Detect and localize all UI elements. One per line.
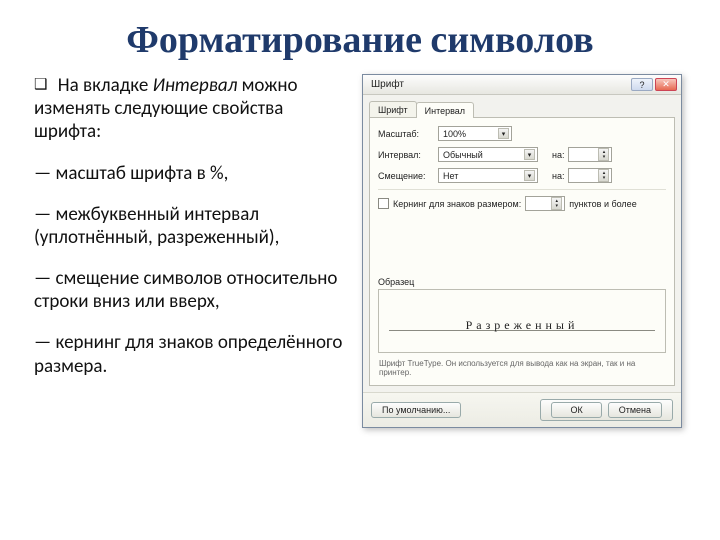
intro-paragraph: ❑ На вкладке Интервал можно изменять сле…: [34, 74, 354, 144]
spinner-icon: ▴▾: [598, 169, 609, 182]
bullet-4: — кернинг для знаков определённого разме…: [34, 331, 354, 377]
help-button[interactable]: ?: [631, 78, 653, 91]
right-dialog-column: Шрифт ? ✕ Шрифт Интервал Масштаб: 100% ▾: [362, 74, 698, 428]
separator: [378, 189, 666, 190]
dialog-titlebar: Шрифт ? ✕: [363, 75, 681, 95]
scale-combo[interactable]: 100% ▾: [438, 126, 512, 141]
cancel-button[interactable]: Отмена: [608, 402, 662, 418]
intro-pre: На вкладке: [58, 74, 153, 97]
spinner-icon: ▴▾: [551, 197, 562, 210]
bullet-3: — смещение символов относительно строки …: [34, 267, 354, 313]
label-interval: Интервал:: [378, 150, 434, 160]
tab-panel-interval: Масштаб: 100% ▾ Интервал: Обычный ▾ на:: [369, 117, 675, 386]
content-row: ❑ На вкладке Интервал можно изменять сле…: [0, 74, 720, 428]
font-dialog: Шрифт ? ✕ Шрифт Интервал Масштаб: 100% ▾: [362, 74, 682, 428]
label-sample: Образец: [378, 277, 666, 287]
left-text-column: ❑ На вкладке Интервал можно изменять сле…: [34, 74, 354, 396]
interval-combo[interactable]: Обычный ▾: [438, 147, 538, 162]
sample-preview: Разреженный: [378, 289, 666, 353]
interval-amount-stepper[interactable]: ▴▾: [568, 147, 612, 162]
ok-button[interactable]: ОК: [551, 402, 601, 418]
bullet-1: — масштаб шрифта в %,: [34, 162, 354, 185]
sample-text: Разреженный: [379, 318, 665, 333]
tab-strip: Шрифт Интервал: [363, 95, 681, 117]
chevron-down-icon: ▾: [524, 149, 535, 160]
close-button[interactable]: ✕: [655, 78, 677, 91]
slide-title: Форматирование символов: [0, 0, 720, 74]
label-scale: Масштаб:: [378, 129, 434, 139]
dialog-title: Шрифт: [371, 79, 404, 90]
spinner-icon: ▴▾: [598, 148, 609, 161]
tab-interval[interactable]: Интервал: [416, 102, 474, 118]
chevron-down-icon: ▾: [498, 128, 509, 139]
label-shift: Смещение:: [378, 171, 434, 181]
kerning-checkbox[interactable]: [378, 198, 389, 209]
label-na2: на:: [552, 171, 564, 181]
shift-combo[interactable]: Нет ▾: [438, 168, 538, 183]
interval-value: Обычный: [443, 150, 483, 160]
default-button[interactable]: По умолчанию...: [371, 402, 461, 418]
bullet-2: — межбуквенный интервал (уплотнённый, ра…: [34, 203, 354, 249]
shift-value: Нет: [443, 171, 458, 181]
kerning-size-stepper[interactable]: ▴▾: [525, 196, 565, 211]
label-na1: на:: [552, 150, 564, 160]
chevron-down-icon: ▾: [524, 170, 535, 181]
scale-value: 100%: [443, 129, 466, 139]
tab-font[interactable]: Шрифт: [369, 101, 417, 117]
dialog-button-bar: По умолчанию... ОК Отмена: [363, 392, 681, 427]
intro-em: Интервал: [153, 74, 238, 97]
square-bullet-icon: ❑: [34, 76, 47, 93]
hint-text: Шрифт TrueType. Он используется для выво…: [378, 357, 666, 377]
label-points-more: пунктов и более: [569, 199, 636, 209]
shift-amount-stepper[interactable]: ▴▾: [568, 168, 612, 183]
label-kerning: Кернинг для знаков размером:: [393, 199, 521, 209]
